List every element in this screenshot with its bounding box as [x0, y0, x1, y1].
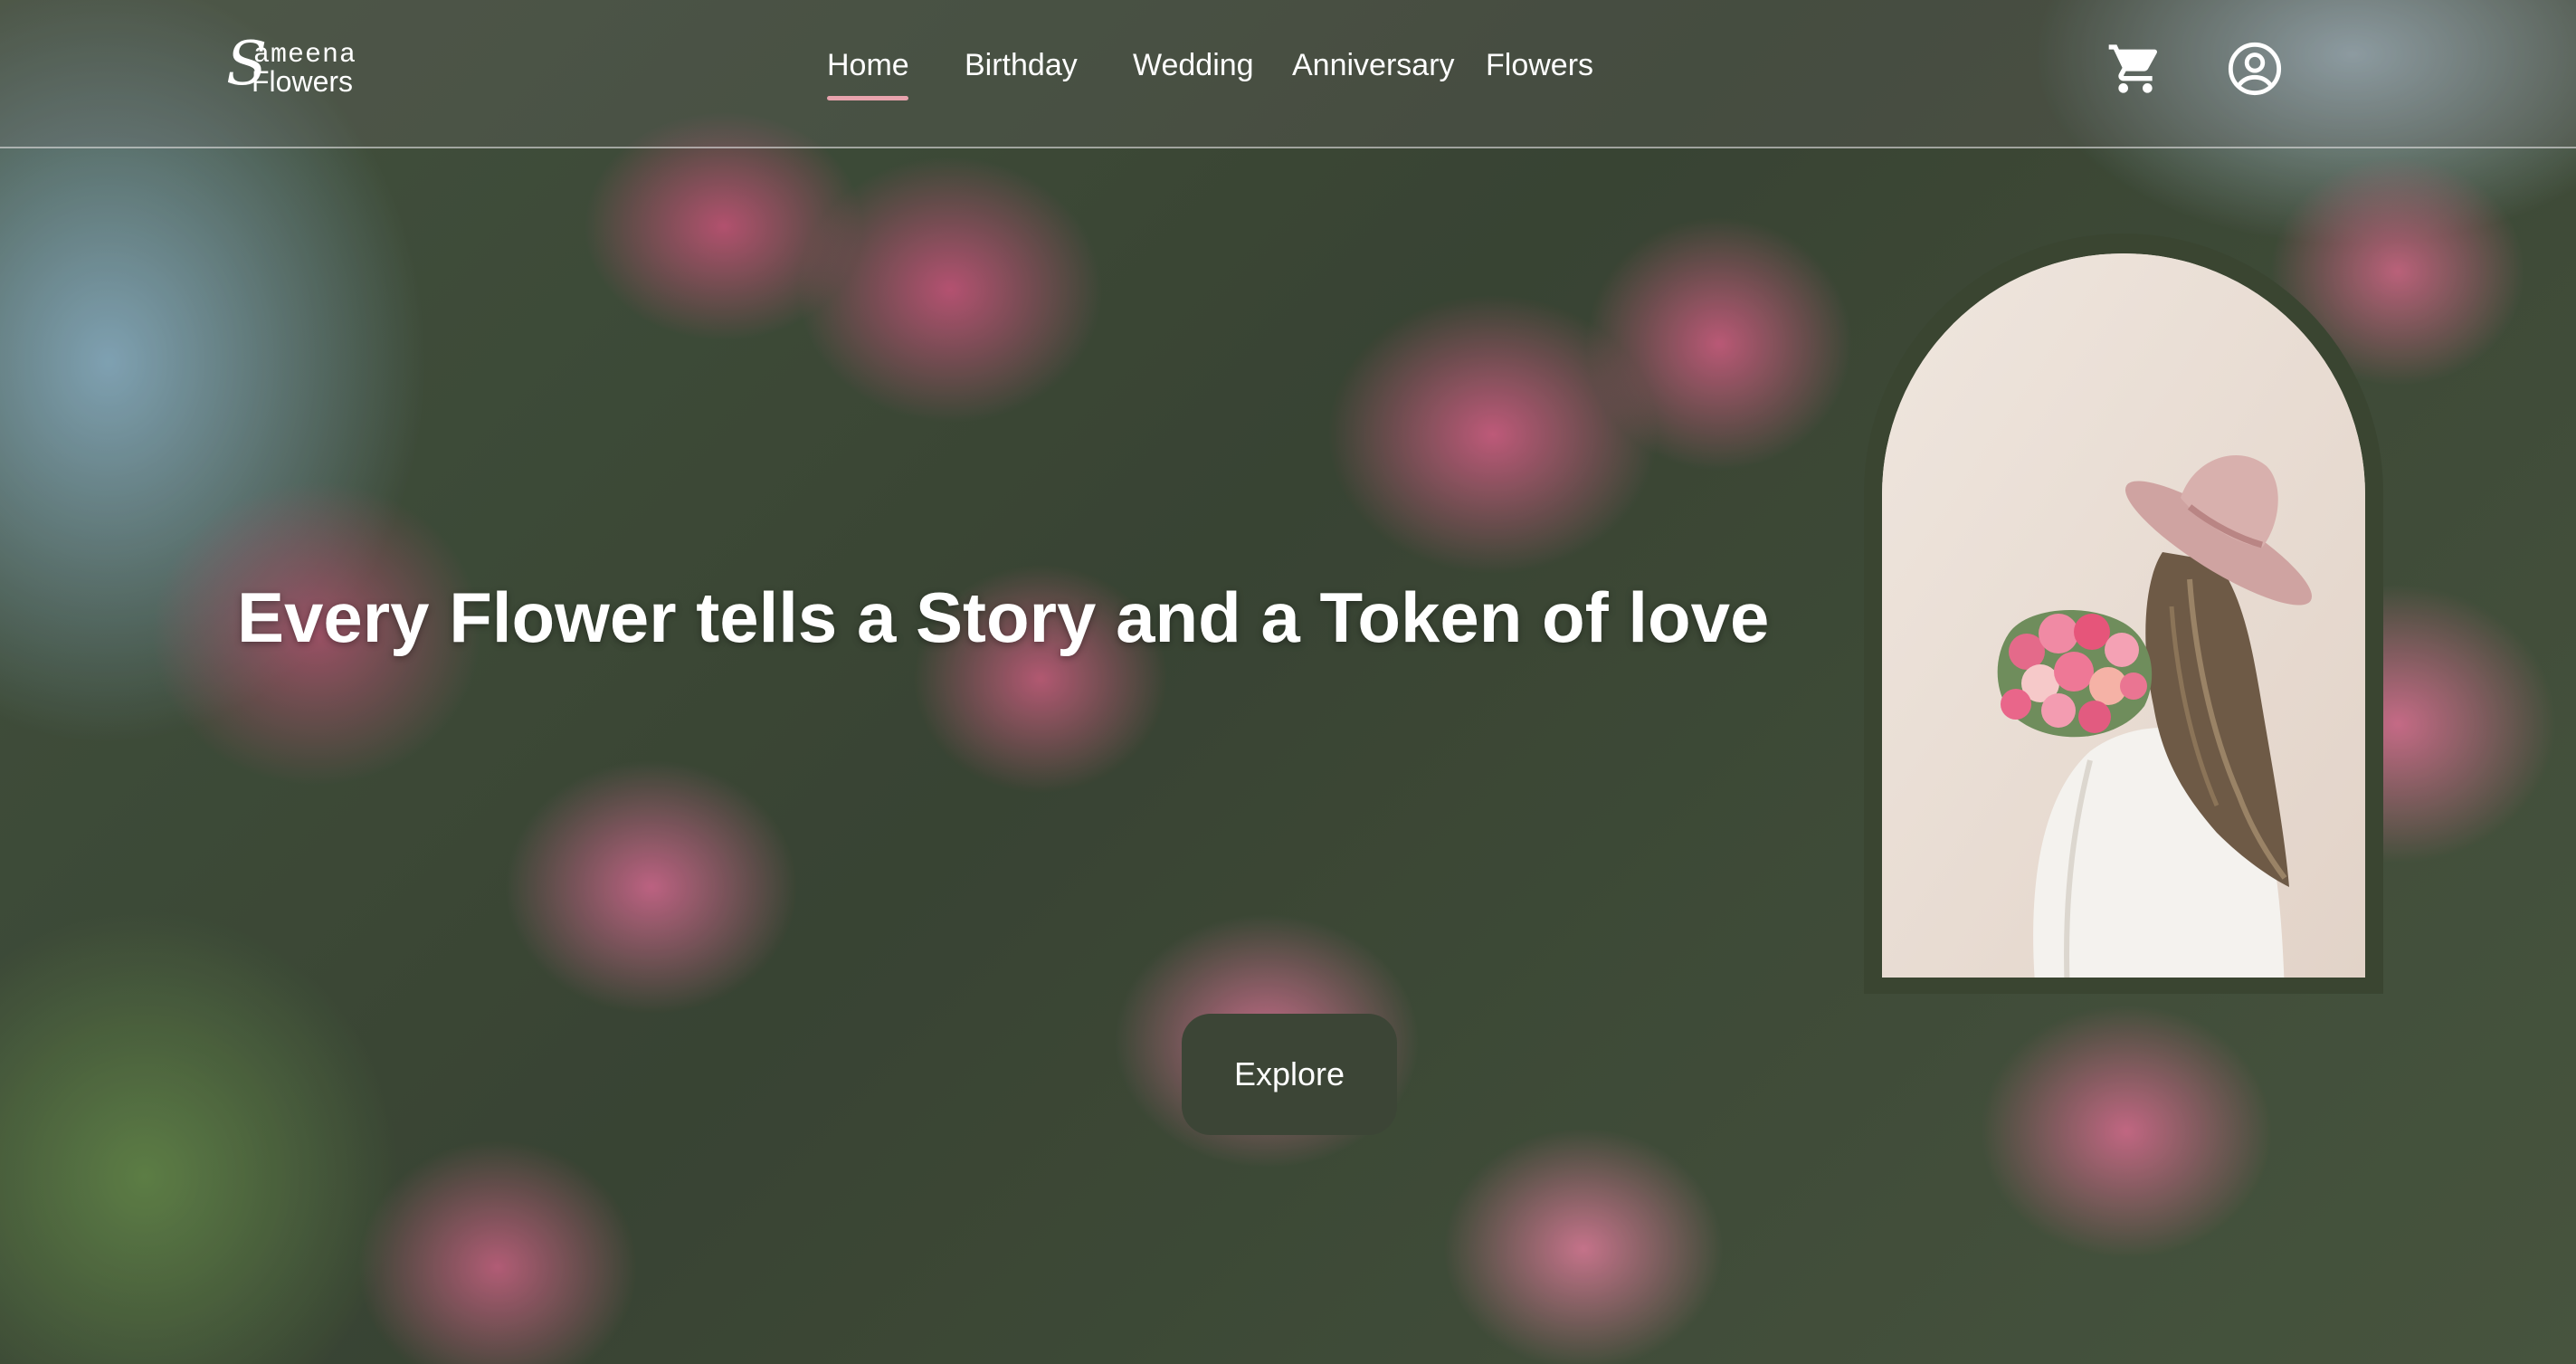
logo-text-line2: Flowers	[252, 65, 354, 98]
explore-button[interactable]: Explore	[1182, 1014, 1397, 1135]
user-account-icon	[2228, 42, 2282, 96]
active-nav-indicator	[827, 96, 908, 100]
nav-anniversary[interactable]: Anniversary	[1292, 47, 1455, 83]
nav-wedding[interactable]: Wedding	[1133, 47, 1254, 83]
arched-photo-frame	[1864, 234, 2383, 994]
nav-flowers[interactable]: Flowers	[1486, 47, 1593, 83]
cart-button[interactable]	[2106, 40, 2164, 98]
account-button[interactable]	[2226, 40, 2284, 98]
brand-logo[interactable]: S ameena Flowers	[226, 34, 380, 103]
woman-with-bouquet-image	[1882, 253, 2365, 978]
top-navbar: S ameena Flowers Home Birthday Wedding A…	[0, 0, 2576, 148]
nav-birthday[interactable]: Birthday	[965, 47, 1078, 83]
hero-headline: Every Flower tells a Story and a Token o…	[237, 577, 1770, 657]
nav-home[interactable]: Home	[827, 47, 909, 83]
cart-icon	[2108, 44, 2158, 93]
